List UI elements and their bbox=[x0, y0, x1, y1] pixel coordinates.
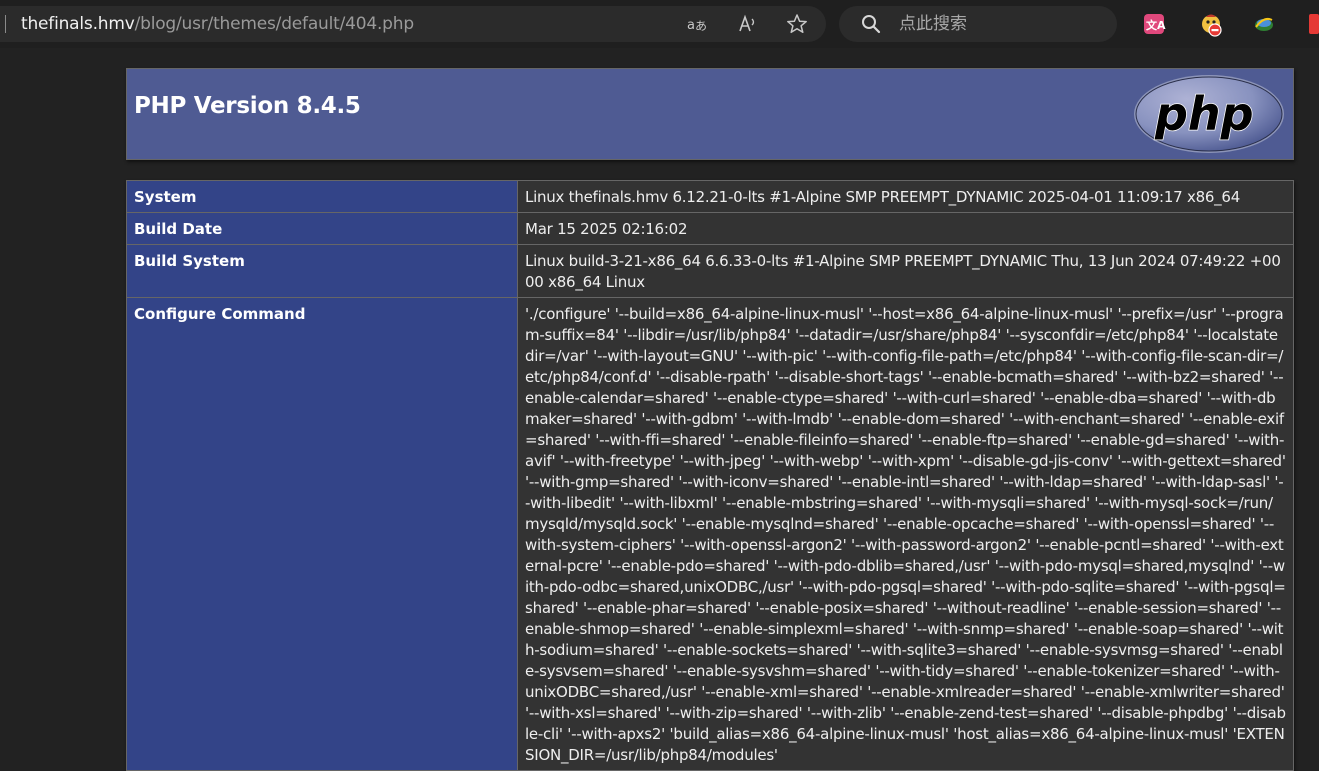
phpinfo-page: PHP Version 8.4.5 php System Linux thefi… bbox=[126, 68, 1294, 771]
row-key: Build System bbox=[126, 244, 518, 298]
table-row: Build System Linux build-3-21-x86_64 6.6… bbox=[126, 244, 1294, 298]
php-logo: php bbox=[1133, 74, 1285, 154]
star-icon[interactable] bbox=[786, 13, 808, 35]
row-key: System bbox=[126, 180, 518, 213]
search-icon bbox=[861, 14, 881, 34]
table-row: Configure Command './configure' '--build… bbox=[126, 297, 1294, 771]
url-path: /blog/usr/themes/default/404.php bbox=[134, 14, 415, 34]
globe-extension-icon[interactable] bbox=[1252, 12, 1276, 36]
table-row: System Linux thefinals.hmv 6.12.21-0-lts… bbox=[126, 180, 1294, 213]
read-aloud-icon[interactable] bbox=[737, 13, 759, 35]
red-extension-icon[interactable] bbox=[1307, 12, 1319, 36]
row-key: Configure Command bbox=[126, 297, 518, 771]
table-row: Build Date Mar 15 2025 02:16:02 bbox=[126, 212, 1294, 245]
address-bar-divider bbox=[5, 15, 6, 33]
url-host: thefinals.hmv bbox=[21, 14, 135, 34]
address-bar[interactable]: thefinals.hmv/blog/usr/themes/default/40… bbox=[0, 6, 826, 42]
search-input[interactable] bbox=[899, 13, 1099, 35]
translate-extension-icon[interactable]: 文A bbox=[1142, 12, 1166, 36]
translate-icon[interactable]: a あ bbox=[686, 13, 708, 35]
svg-text:php: php bbox=[1154, 87, 1254, 141]
page-title: PHP Version 8.4.5 bbox=[134, 93, 361, 119]
row-value: Linux thefinals.hmv 6.12.21-0-lts #1-Alp… bbox=[517, 180, 1294, 213]
url-text[interactable]: thefinals.hmv/blog/usr/themes/default/40… bbox=[21, 14, 414, 34]
phpinfo-header: PHP Version 8.4.5 php bbox=[126, 68, 1294, 160]
browser-toolbar: thefinals.hmv/blog/usr/themes/default/40… bbox=[0, 0, 1319, 48]
row-value: Mar 15 2025 02:16:02 bbox=[517, 212, 1294, 245]
svg-text:文A: 文A bbox=[1146, 18, 1166, 32]
row-key: Build Date bbox=[126, 212, 518, 245]
search-bar[interactable] bbox=[839, 6, 1117, 42]
row-value: Linux build-3-21-x86_64 6.6.33-0-lts #1-… bbox=[517, 244, 1294, 298]
row-value: './configure' '--build=x86_64-alpine-lin… bbox=[517, 297, 1294, 771]
svg-text:あ: あ bbox=[695, 19, 707, 33]
svg-text:a: a bbox=[687, 18, 695, 33]
phpinfo-table: System Linux thefinals.hmv 6.12.21-0-lts… bbox=[126, 180, 1294, 771]
mascot-extension-icon[interactable] bbox=[1199, 12, 1223, 37]
